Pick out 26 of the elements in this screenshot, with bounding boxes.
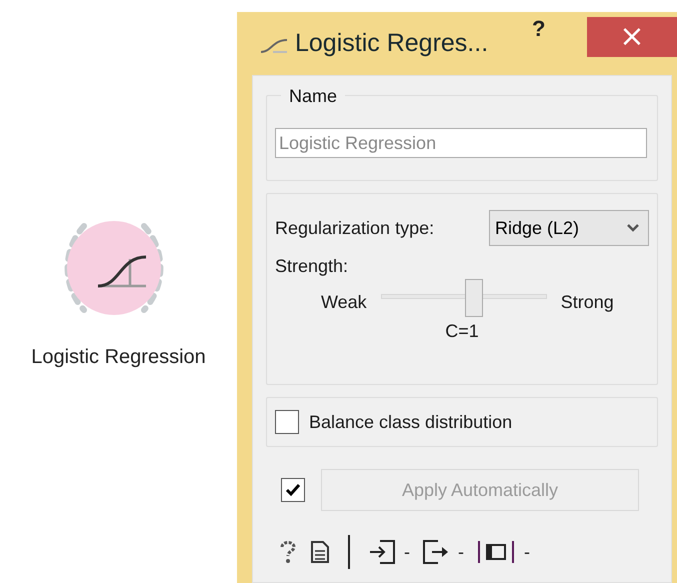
checkmark-icon (285, 483, 301, 497)
chevron-icon (626, 223, 640, 233)
output-count: - (458, 542, 464, 562)
balance-label: Balance class distribution (309, 412, 512, 432)
balance-checkbox[interactable] (275, 410, 299, 434)
frame-icon[interactable] (476, 539, 516, 565)
window-title: Logistic Regres... (295, 29, 488, 58)
name-field[interactable]: Logistic Regression (275, 128, 647, 158)
frame-count: - (524, 542, 530, 562)
strength-label: Strength: (275, 256, 350, 277)
regularization-label: Regularization type: (275, 218, 434, 238)
slider-thumb[interactable] (464, 278, 483, 316)
output-icon[interactable] (422, 538, 450, 566)
strength-slider[interactable] (380, 277, 547, 315)
c-value: C=1 (445, 321, 479, 342)
weak-label: Weak (321, 292, 367, 312)
regularization-dropdown[interactable]: Ridge (L2) (489, 210, 649, 246)
sigmoid-icon (259, 36, 289, 54)
input-icon[interactable] (368, 538, 396, 566)
close-button[interactable]: × (587, 17, 677, 57)
node-label: Logistic Regression (31, 346, 206, 369)
help-button[interactable]: ? (532, 16, 546, 42)
document-icon[interactable] (310, 540, 330, 564)
strong-label: Strong (560, 292, 614, 312)
input-count: - (404, 542, 410, 562)
help-icon[interactable] (278, 539, 298, 565)
